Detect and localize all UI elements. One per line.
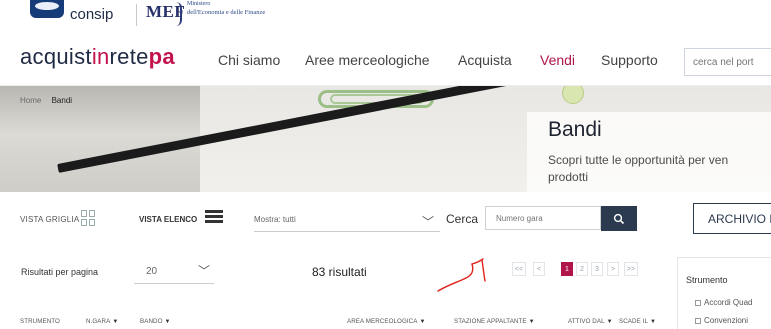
nav-acquista[interactable]: Acquista: [458, 52, 512, 68]
magnifier-icon: [613, 213, 625, 224]
hero-subtitle-line1: Scopri tutte le opportunità per ven: [548, 153, 729, 167]
acquistinretepa-logo[interactable]: acquistinretepa: [20, 44, 175, 70]
results-per-page-label: Risultati per pagina: [21, 267, 99, 277]
sort-caret-icon: ▼: [528, 319, 535, 325]
nav-supporto[interactable]: Supporto: [601, 52, 658, 68]
checkbox[interactable]: [695, 300, 701, 306]
site-search-box[interactable]: [684, 48, 771, 76]
filter-option[interactable]: Accordi Quad: [695, 298, 752, 307]
pager-next[interactable]: >: [607, 262, 619, 276]
pager-first[interactable]: <<: [512, 262, 526, 276]
show-filter-value: Mostra: tutti: [254, 215, 296, 224]
view-grid-button[interactable]: VISTA GRIGLIA: [20, 215, 79, 224]
chevron-down-icon: ﹀: [421, 215, 434, 229]
nav-aree-merceologiche[interactable]: Aree merceologiche: [305, 52, 430, 68]
search-label: Cerca: [446, 212, 479, 226]
nav-chi-siamo[interactable]: Chi siamo: [218, 52, 280, 68]
filter-option-label: Accordi Quad: [704, 298, 753, 307]
pager-last[interactable]: >>: [624, 262, 638, 276]
results-per-page-select[interactable]: 20 ﹀: [134, 258, 214, 284]
grid-view-icon[interactable]: [81, 210, 97, 226]
column-header-label: N.GARA: [86, 318, 111, 325]
filter-option-label: Convenzioni: [704, 316, 749, 325]
page-title: Bandi: [548, 118, 602, 141]
mef-logo-line1: Ministero: [187, 1, 211, 7]
sort-caret-icon: ▼: [650, 319, 657, 325]
column-header-ngara[interactable]: N.GARA ▼: [86, 318, 118, 325]
nav-vendi[interactable]: Vendi: [540, 52, 575, 68]
column-header-label: AREA MERCEOLOGICA: [347, 318, 418, 325]
column-header-area[interactable]: AREA MERCEOLOGICA ▼: [347, 318, 426, 325]
column-header-label: ATTIVO DAL: [568, 318, 605, 325]
breadcrumb-current: Bandi: [51, 96, 73, 105]
consip-logo-text[interactable]: consip: [70, 6, 113, 23]
brand-part-2: in: [91, 44, 110, 69]
pager-page[interactable]: 3: [591, 262, 603, 276]
mef-logo-mark: [176, 2, 182, 26]
column-header-stazione[interactable]: STAZIONE APPALTANTE ▼: [454, 318, 535, 325]
breadcrumb-home[interactable]: Home: [20, 96, 41, 105]
sort-caret-icon: ▼: [112, 319, 119, 325]
sort-caret-icon: ▼: [419, 319, 426, 325]
column-header-label: SCADE IL: [619, 318, 648, 325]
brand-part-4: pa: [148, 44, 175, 69]
column-header-label: BANDO: [140, 318, 163, 325]
tender-number-input[interactable]: [486, 207, 600, 229]
chevron-down-icon: ﹀: [197, 264, 210, 278]
checkbox[interactable]: [695, 318, 701, 324]
logo-divider: [136, 4, 137, 26]
pager-page-current[interactable]: 1: [561, 262, 573, 276]
top-logos-bar: consip MEF Ministero dell'Economia e del…: [0, 0, 771, 34]
search-button[interactable]: [601, 206, 637, 231]
results-count: 83 risultati: [312, 265, 367, 279]
site-search-input[interactable]: [685, 49, 771, 75]
column-header-label: STRUMENTO: [20, 318, 60, 325]
tender-number-field[interactable]: [485, 206, 601, 230]
archive-button[interactable]: ARCHIVIO B: [693, 203, 771, 234]
pager-page[interactable]: 2: [576, 262, 588, 276]
sort-caret-icon: ▼: [164, 319, 171, 325]
consip-logo-icon[interactable]: [30, 0, 64, 18]
column-header-bando[interactable]: BANDO ▼: [140, 318, 171, 325]
column-header-attivo-dal[interactable]: ATTIVO DAL ▼: [568, 318, 613, 325]
mef-logo-line2: dell'Economia e delle Finanze: [187, 9, 266, 16]
brand-part-3: rete: [109, 44, 149, 69]
filter-panel-title: Strumento: [686, 275, 728, 285]
results-per-page-value: 20: [146, 266, 158, 277]
main-navbar: acquistinretepa Chi siamo Aree merceolog…: [0, 34, 771, 86]
brand-part-1: acquist: [20, 44, 92, 69]
sort-caret-icon: ▼: [606, 319, 613, 325]
view-list-button[interactable]: VISTA ELENCO: [139, 215, 197, 224]
pager-prev[interactable]: <: [533, 262, 545, 276]
column-header-scade-il[interactable]: SCADE IL ▼: [619, 318, 656, 325]
hero-subtitle-line2: prodotti: [548, 170, 589, 184]
filter-option[interactable]: Convenzioni: [695, 316, 748, 325]
handwritten-annotation-mark: [437, 258, 486, 292]
column-header-strumento[interactable]: STRUMENTO: [20, 318, 60, 325]
list-view-icon[interactable]: [205, 210, 223, 226]
show-filter-select[interactable]: Mostra: tutti ﹀: [254, 208, 440, 232]
breadcrumb: Home Bandi: [20, 96, 72, 105]
column-header-label: STAZIONE APPALTANTE: [454, 318, 527, 325]
